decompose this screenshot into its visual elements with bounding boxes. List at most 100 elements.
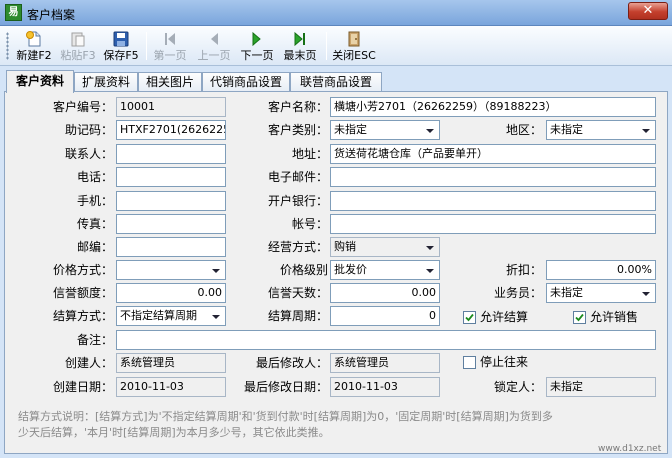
region-select[interactable]: 未指定	[546, 120, 656, 140]
checkmark-icon	[575, 313, 584, 322]
business-mode-label: 经营方式：	[267, 240, 328, 254]
paste-button[interactable]: 粘贴F3	[58, 30, 98, 62]
allow-settle-checkbox[interactable]	[463, 311, 476, 324]
settle-period-field[interactable]: 0	[330, 306, 440, 326]
zip-label: 邮编：	[76, 240, 113, 254]
customer-category-value: 未指定	[334, 123, 367, 136]
price-level-select[interactable]: 批发价	[330, 260, 440, 280]
window-title: 客户档案	[27, 8, 76, 22]
stop-dealing-checkbox[interactable]	[463, 356, 476, 369]
allow-sale-label: 允许销售	[590, 310, 639, 324]
region-label: 地区：	[505, 123, 542, 137]
window-close-button[interactable]: ✕	[628, 2, 668, 20]
discount-field[interactable]: 0.00%	[546, 260, 656, 280]
customer-name-field[interactable]: 横塘小芳2701（26262259）（89188223）	[330, 97, 656, 117]
fax-field[interactable]	[116, 214, 226, 234]
stop-dealing-label: 停止往来	[480, 355, 529, 369]
customer-category-select[interactable]: 未指定	[330, 120, 440, 140]
settlement-note-line: 结算方式说明：[结算方式]为'不指定结算周期'和'货到付款'时[结算周期]为0，…	[18, 410, 553, 423]
contact-field[interactable]	[116, 144, 226, 164]
first-page-icon	[165, 33, 175, 45]
prev-page-icon	[211, 33, 218, 45]
modified-date-label: 最后修改日期：	[243, 380, 328, 394]
modifier-field: 系统管理员	[330, 353, 440, 373]
address-field[interactable]: 货送荷花塘仓库（产品要单开）	[330, 144, 656, 164]
email-field[interactable]	[330, 167, 656, 187]
tab-extended-info[interactable]: 扩展资料	[74, 72, 138, 92]
allow-settle-label: 允许结算	[480, 310, 529, 324]
locker-field: 未指定	[546, 377, 656, 397]
customer-name-label: 客户名称：	[267, 100, 328, 114]
salesman-label: 业务员：	[493, 286, 542, 300]
floppy-save-icon	[113, 31, 129, 47]
business-mode-value: 购销	[334, 240, 356, 253]
save-button[interactable]: 保存F5	[101, 30, 141, 62]
paste-button-label: 粘贴F3	[60, 49, 96, 62]
chevron-down-icon[interactable]	[423, 123, 437, 137]
remark-field[interactable]	[116, 330, 656, 350]
locker-label: 锁定人：	[493, 380, 542, 394]
tab-consign-goods[interactable]: 代销商品设置	[202, 72, 290, 92]
chevron-down-icon[interactable]	[209, 309, 223, 323]
settle-mode-value: 不指定结算周期	[120, 309, 197, 322]
paste-icon	[71, 32, 85, 47]
settle-period-label: 结算周期：	[267, 309, 328, 323]
new-button[interactable]: 新建F2	[14, 30, 54, 62]
fax-label: 传真：	[76, 217, 113, 231]
chevron-down-icon[interactable]	[639, 286, 653, 300]
chevron-down-icon[interactable]	[639, 123, 653, 137]
remark-label: 备注：	[76, 333, 113, 347]
save-button-label: 保存F5	[103, 49, 139, 62]
new-file-icon	[26, 31, 41, 47]
next-page-button[interactable]: 下一页	[238, 30, 276, 62]
last-page-button[interactable]: 最末页	[280, 30, 320, 62]
price-mode-select[interactable]	[116, 260, 226, 280]
last-page-button-label: 最末页	[283, 49, 317, 62]
new-button-label: 新建F2	[16, 49, 52, 62]
bank-label: 开户银行：	[267, 194, 328, 208]
modifier-label: 最后修改人：	[255, 356, 328, 370]
phone-label: 电话：	[76, 170, 113, 184]
prev-page-button[interactable]: 上一页	[195, 30, 233, 62]
checkmark-icon	[465, 313, 474, 322]
first-page-button[interactable]: 第一页	[151, 30, 189, 62]
toolbar: 新建F2 粘贴F3 保存F5 第一页 上一页 下一页 最末页 关闭ESC	[0, 26, 672, 66]
toolbar-separator	[146, 32, 147, 60]
settle-mode-label: 结算方式：	[52, 309, 113, 323]
first-page-button-label: 第一页	[153, 49, 187, 62]
credit-days-label: 信誉天数：	[267, 286, 328, 300]
close-window-button[interactable]: 关闭ESC	[331, 30, 377, 62]
bank-field[interactable]	[330, 191, 656, 211]
chevron-down-icon[interactable]	[423, 263, 437, 277]
next-page-button-label: 下一页	[240, 49, 274, 62]
account-field[interactable]	[330, 214, 656, 234]
modified-date-field: 2010-11-03	[330, 377, 440, 397]
tab-joint-goods[interactable]: 联营商品设置	[290, 72, 382, 92]
tab-related-images[interactable]: 相关图片	[138, 72, 202, 92]
phone-field[interactable]	[116, 167, 226, 187]
app-logo-icon: 易	[5, 4, 22, 21]
mnemonic-field[interactable]: HTXF2701(26262259)	[116, 120, 226, 140]
credit-limit-field[interactable]: 0.00	[116, 283, 226, 303]
toolbar-grip[interactable]	[6, 32, 9, 60]
settle-mode-select[interactable]: 不指定结算周期	[116, 306, 226, 326]
last-page-icon	[294, 31, 305, 47]
allow-sale-checkbox[interactable]	[573, 311, 586, 324]
prev-page-button-label: 上一页	[197, 49, 231, 62]
created-date-field: 2010-11-03	[116, 377, 226, 397]
zip-field[interactable]	[116, 237, 226, 257]
mnemonic-label: 助记码：	[64, 123, 113, 137]
customer-code-field[interactable]: 10001	[116, 97, 226, 117]
tab-customer-info[interactable]: 客户资料	[6, 70, 74, 93]
credit-limit-label: 信誉额度：	[52, 286, 113, 300]
mobile-field[interactable]	[116, 191, 226, 211]
close-window-button-label: 关闭ESC	[332, 49, 376, 62]
credit-days-field[interactable]: 0.00	[330, 283, 440, 303]
salesman-select[interactable]: 未指定	[546, 283, 656, 303]
chevron-down-icon[interactable]	[423, 240, 437, 254]
business-mode-select[interactable]: 购销	[330, 237, 440, 257]
title-bar: 易 客户档案 ✕	[0, 0, 672, 26]
contact-label: 联系人：	[64, 147, 113, 161]
creator-label: 创建人：	[64, 356, 113, 370]
chevron-down-icon[interactable]	[209, 263, 223, 277]
